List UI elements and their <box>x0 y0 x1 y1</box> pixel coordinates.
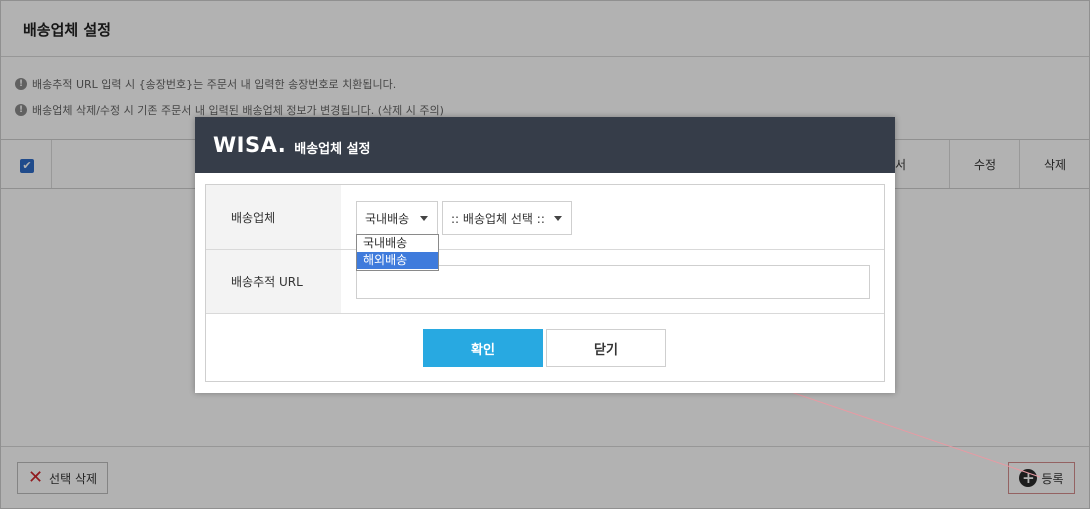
carrier-settings-modal: WISA. 배송업체 설정 배송업체 국내배송 :: 배송업체 선택 :: 배송… <box>195 117 895 393</box>
shipping-type-dropdown: 국내배송 해외배송 <box>356 234 439 271</box>
tracking-url-row: 배송추적 URL <box>206 250 884 314</box>
confirm-button[interactable]: 확인 <box>423 329 543 367</box>
shipping-type-value: 국내배송 <box>365 211 410 226</box>
tracking-url-label: 배송추적 URL <box>206 250 341 313</box>
wisa-logo: WISA. <box>213 133 287 157</box>
close-button[interactable]: 닫기 <box>546 329 666 367</box>
carrier-select[interactable]: :: 배송업체 선택 :: <box>442 201 572 235</box>
shipping-type-select[interactable]: 국내배송 <box>356 201 438 235</box>
option-overseas[interactable]: 해외배송 <box>357 252 438 269</box>
chevron-down-icon <box>554 216 562 221</box>
chevron-down-icon <box>420 216 428 221</box>
carrier-select-value: :: 배송업체 선택 :: <box>451 211 545 226</box>
modal-header: WISA. 배송업체 설정 <box>195 117 895 173</box>
option-domestic[interactable]: 국내배송 <box>357 235 438 252</box>
carrier-form: 배송업체 국내배송 :: 배송업체 선택 :: 배송추적 URL 확인 닫기 국… <box>205 184 885 382</box>
carrier-label: 배송업체 <box>206 185 341 249</box>
carrier-row: 배송업체 국내배송 :: 배송업체 선택 :: <box>206 185 884 250</box>
modal-title: 배송업체 설정 <box>294 141 371 157</box>
